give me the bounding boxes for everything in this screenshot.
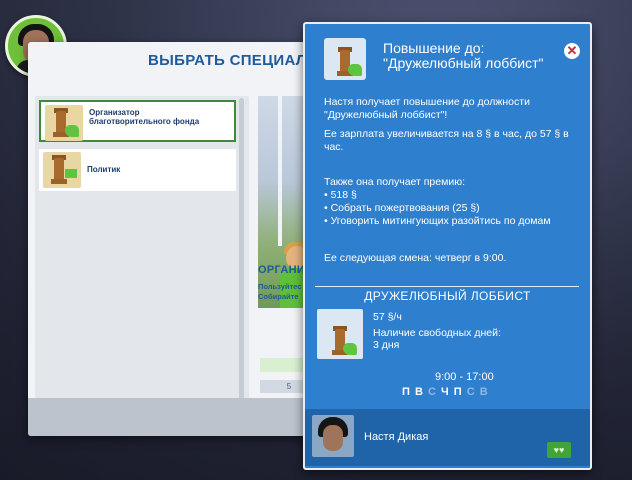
day-letter: П: [453, 386, 463, 398]
list-item-politician[interactable]: Политик: [39, 149, 236, 191]
bonus-item: • Уговорить митингующих разойтись по дом…: [324, 215, 551, 227]
list-scrollbar[interactable]: [239, 98, 244, 422]
salary-text: Ее зарплата увеличивается на 8 § в час, …: [324, 128, 569, 153]
promotion-header: Повышение до: "Дружелюбный лоббист": [383, 40, 544, 71]
sim-footer: Настя Дикая ♥♥: [305, 409, 590, 466]
work-days: П В С Ч П С В: [402, 386, 489, 398]
bonus-heading: Также она получает премию:: [324, 176, 465, 188]
specialization-description-line: Собирайте: [258, 292, 299, 301]
free-days-value: 3 дня: [373, 339, 400, 351]
bonus-item: • Собрать пожертвования (25 §): [324, 202, 480, 214]
next-shift-text: Ее следующая смена: четверг в 9:00.: [324, 252, 507, 264]
promotion-text: Настя получает повышение до должности "Д…: [324, 96, 530, 121]
day-letter: В: [479, 386, 489, 398]
day-letter: П: [402, 386, 411, 398]
divider: [315, 286, 579, 287]
list-item-charity-organizer[interactable]: Организатор благотворительного фонда: [39, 100, 236, 142]
sim-name: Настя Дикая: [364, 431, 429, 443]
close-icon[interactable]: ✕: [564, 43, 580, 59]
day-letter: С: [466, 386, 476, 398]
specialization-description-line: Пользуйтес: [258, 282, 302, 291]
avatar: [312, 415, 354, 457]
podium-heart-icon: [317, 309, 363, 359]
hearts-icon: ♥♥: [547, 442, 571, 458]
day-letter: В: [414, 386, 424, 398]
free-days-label: Наличие свободных дней:: [373, 327, 501, 339]
work-hours: 9:00 - 17:00: [435, 371, 494, 383]
day-letter: С: [427, 386, 437, 398]
specialization-list: Организатор благотворительного фонда Пол…: [35, 96, 249, 428]
podium-flag-icon: [43, 152, 81, 188]
day-letter: Ч: [441, 386, 450, 398]
list-item-label: Политик: [87, 165, 121, 174]
list-item-label: Организатор благотворительного фонда: [89, 108, 200, 126]
podium-heart-icon: [45, 105, 83, 141]
career-title: ДРУЖЕЛЮБНЫЙ ЛОББИСТ: [364, 289, 531, 303]
hourly-wage: 57 §/ч: [373, 311, 402, 323]
podium-heart-icon: [324, 38, 366, 80]
promotion-tooltip: Повышение до: "Дружелюбный лоббист" ✕ На…: [303, 22, 592, 470]
bonus-item: • 518 §: [324, 189, 357, 201]
